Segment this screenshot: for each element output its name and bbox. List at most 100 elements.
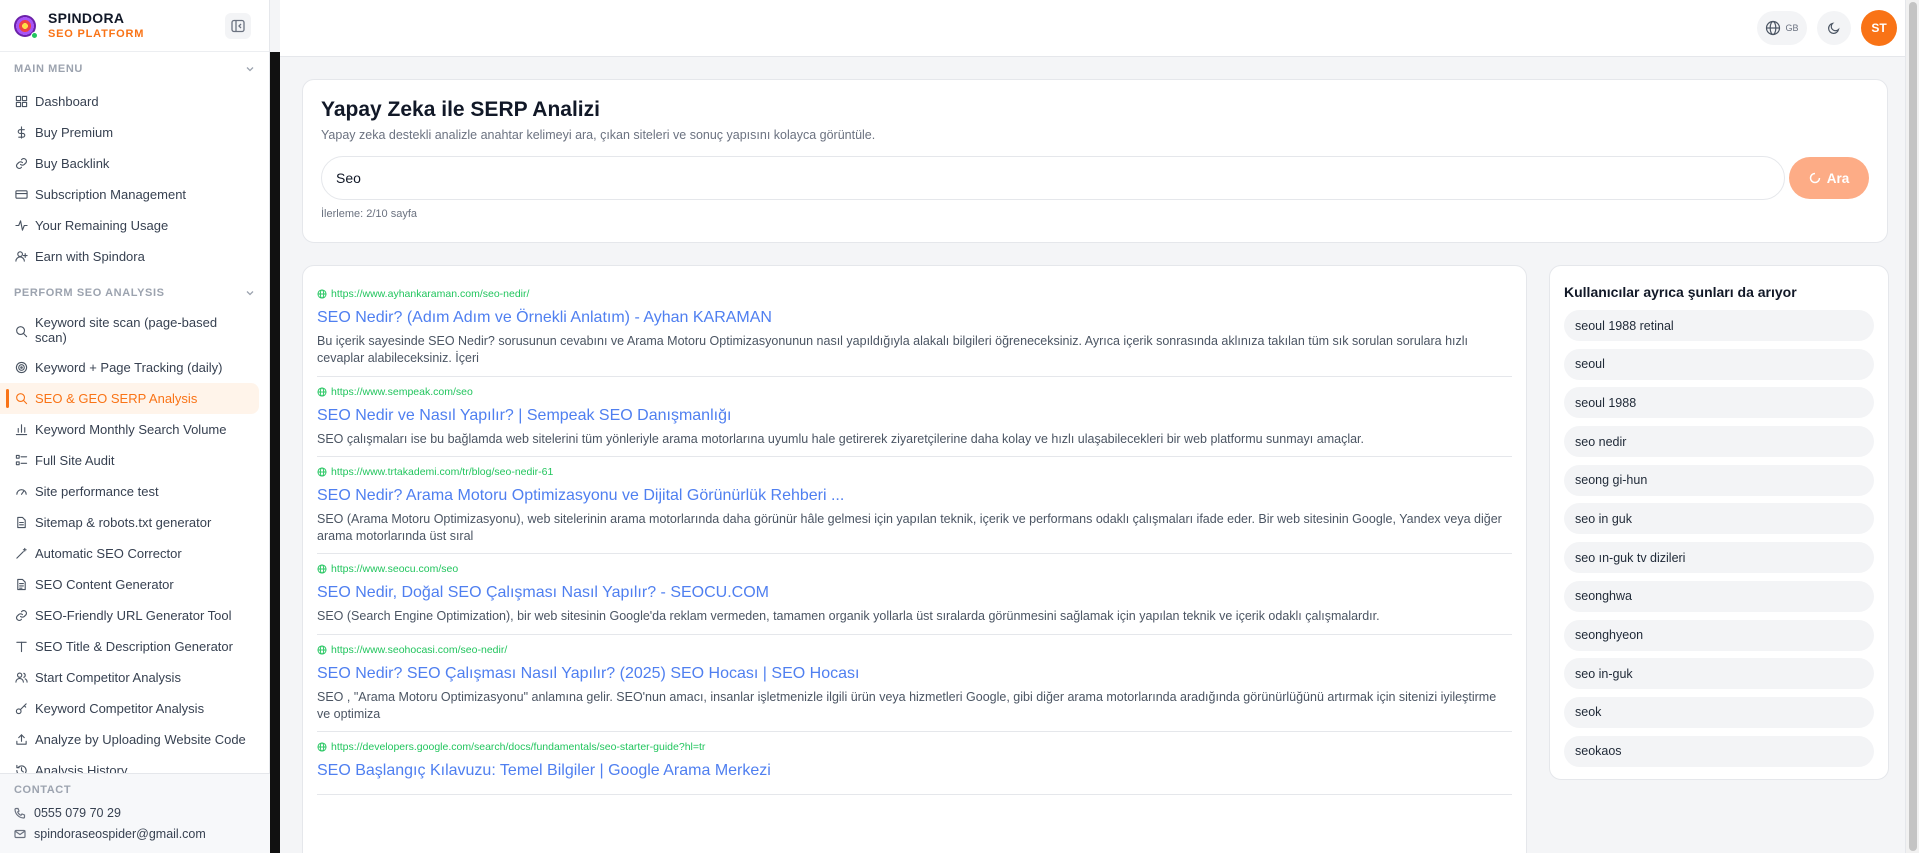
search-result: https://www.trtakademi.com/tr/blog/seo-n… (317, 466, 1512, 555)
result-title-link[interactable]: SEO Nedir? SEO Çalışması Nasıl Yapılır? … (317, 665, 1512, 683)
sidebar-item-keyword-monthly-search-volume[interactable]: Keyword Monthly Search Volume (0, 414, 269, 445)
result-url-row[interactable]: https://www.ayhankaraman.com/seo-nedir/ (317, 288, 1512, 300)
loading-spinner-icon (1809, 172, 1820, 184)
main-menu-heading[interactable]: MAIN MENU (0, 52, 269, 86)
related-search-chip[interactable]: seong gi-hun (1564, 464, 1874, 496)
sidebar-item-buy-backlink[interactable]: Buy Backlink (0, 148, 269, 179)
sidebar-item-sitemap-robots-txt-generator[interactable]: Sitemap & robots.txt generator (0, 507, 269, 538)
result-snippet: SEO (Arama Motoru Optimizasyonu), web si… (317, 511, 1502, 543)
contact-phone[interactable]: 0555 079 70 29 (14, 802, 256, 823)
related-search-chip[interactable]: seoul 1988 retinal (1564, 310, 1874, 341)
nav-icon-wrap (14, 188, 28, 202)
search-result: https://www.seocu.com/seo SEO Nedir, Doğ… (317, 563, 1512, 635)
related-search-chip[interactable]: seo nedir (1564, 426, 1874, 458)
result-url: https://www.ayhankaraman.com/seo-nedir/ (331, 288, 530, 300)
file-icon (16, 516, 26, 529)
grid-icon (15, 95, 27, 108)
globe-icon (1766, 20, 1781, 36)
related-search-chip[interactable]: seokaos (1564, 735, 1874, 767)
related-search-chip[interactable]: seo ın-guk tv dizileri (1564, 542, 1874, 574)
search-button[interactable]: Ara (1789, 157, 1869, 199)
users-icon (14, 672, 28, 683)
spindora-logo[interactable] (14, 14, 38, 39)
progress-status: İlerleme: 2/10 sayfa (321, 208, 417, 220)
sidebar-item-start-competitor-analysis[interactable]: Start Competitor Analysis (0, 662, 269, 693)
related-search-chip[interactable]: seoul 1988 (1564, 387, 1874, 419)
sidebar-item-keyword-page-tracking-daily[interactable]: Keyword + Page Tracking (daily) (0, 352, 269, 383)
serp-results-card: https://www.ayhankaraman.com/seo-nedir/ … (302, 265, 1527, 853)
mail-icon (14, 827, 28, 841)
moon-icon (1828, 22, 1840, 34)
activity-icon (14, 220, 28, 231)
page-scrollbar-thumb[interactable] (1909, 2, 1917, 851)
search-row: Ara (321, 156, 1869, 200)
contact-email[interactable]: spindoraseospider@gmail.com (14, 823, 256, 844)
related-searches-card: Kullanıcılar ayrıca şunları da arıyor se… (1549, 265, 1889, 780)
sidebar-collapse-icon (231, 19, 245, 33)
related-search-chip[interactable]: seonghyeon (1564, 619, 1874, 651)
nav-icon-wrap (14, 671, 28, 685)
sidebar-item-keyword-site-scan-page-based-scan[interactable]: Keyword site scan (page-based scan) (0, 310, 269, 352)
globe-icon (317, 564, 327, 574)
related-search-chip[interactable]: seoul (1564, 348, 1874, 380)
search-button-label: Ara (1826, 170, 1850, 186)
document-icon (16, 578, 26, 591)
related-search-chip[interactable]: seok (1564, 696, 1874, 728)
sidebar-item-label: Analyze by Uploading Website Code (35, 732, 246, 747)
result-title-link[interactable]: SEO Nedir? Arama Motoru Optimizasyonu ve… (317, 487, 1512, 505)
sidebar-item-label: Your Remaining Usage (35, 218, 169, 233)
sidebar-item-label: Earn with Spindora (35, 249, 145, 264)
sidebar-item-seo-geo-serp-analysis[interactable]: SEO & GEO SERP Analysis (0, 383, 259, 414)
sidebar-item-earn-with-spindora[interactable]: Earn with Spindora (0, 241, 269, 272)
card-icon (14, 190, 28, 199)
sidebar-item-keyword-competitor-analysis[interactable]: Keyword Competitor Analysis (0, 693, 269, 724)
serp-search-card: Yapay Zeka ile SERP Analizi Yapay zeka d… (302, 79, 1888, 243)
sidebar-item-label: Keyword Competitor Analysis (35, 701, 205, 716)
sidebar-item-automatic-seo-corrector[interactable]: Automatic SEO Corrector (0, 538, 269, 569)
seo-analysis-heading[interactable]: PERFORM SEO ANALYSIS (0, 276, 269, 310)
search-result: https://www.seohocasi.com/seo-nedir/ SEO… (317, 644, 1512, 732)
keyword-search-input[interactable] (321, 156, 1785, 200)
chevron-down-icon (246, 67, 254, 72)
sidebar-item-subscription-management[interactable]: Subscription Management (0, 179, 269, 210)
sidebar-item-analyze-by-uploading-website-code[interactable]: Analyze by Uploading Website Code (0, 724, 269, 755)
related-search-chip[interactable]: seonghwa (1564, 580, 1874, 612)
related-searches-list: seoul 1988 retinal seoul seoul 1988 seo ned… (1564, 310, 1874, 767)
sidebar-item-buy-premium[interactable]: Buy Premium (0, 117, 269, 148)
result-title-link[interactable]: SEO Başlangıç Kılavuzu: Temel Bilgiler |… (317, 762, 1512, 780)
phone-number: 0555 079 70 29 (34, 805, 121, 820)
result-url-row[interactable]: https://www.trtakademi.com/tr/blog/seo-n… (317, 466, 1512, 478)
language-switcher[interactable]: GB (1757, 11, 1807, 45)
nav-icon-wrap (14, 250, 28, 264)
sidebar-item-dashboard[interactable]: Dashboard (0, 86, 269, 117)
search-icon (15, 325, 27, 337)
key-icon (15, 703, 27, 715)
result-url-row[interactable]: https://www.seohocasi.com/seo-nedir/ (317, 644, 1512, 656)
sidebar-item-seo-content-generator[interactable]: SEO Content Generator (0, 569, 269, 600)
related-search-chip[interactable]: seo in-guk (1564, 658, 1874, 690)
sidebar-item-full-site-audit[interactable]: Full Site Audit (0, 445, 269, 476)
bar-chart-icon (15, 424, 27, 436)
globe-icon (317, 467, 327, 477)
result-title-link[interactable]: SEO Nedir? (Adım Adım ve Örnekli Anlatım… (317, 309, 1512, 327)
link-icon (15, 158, 27, 169)
theme-toggle-button[interactable] (1817, 11, 1851, 45)
page-scrollbar[interactable] (1905, 0, 1919, 853)
sidebar-item-site-performance-test[interactable]: Site performance test (0, 476, 269, 507)
sidebar-item-seo-friendly-url-generator-tool[interactable]: SEO-Friendly URL Generator Tool (0, 600, 269, 631)
nav-icon-wrap (14, 324, 28, 338)
collapse-sidebar-button[interactable] (225, 13, 251, 39)
user-avatar[interactable]: ST (1861, 10, 1897, 46)
result-url-row[interactable]: https://www.sempeak.com/seo (317, 386, 1512, 398)
sidebar-scrollbar[interactable] (270, 52, 280, 853)
nav-icon-wrap (14, 361, 28, 375)
related-search-chip[interactable]: seo in guk (1564, 503, 1874, 535)
sidebar-item-seo-title-description-generator[interactable]: SEO Title & Description Generator (0, 631, 269, 662)
sidebar-item-your-remaining-usage[interactable]: Your Remaining Usage (0, 210, 269, 241)
sidebar-item-label: Automatic SEO Corrector (35, 546, 182, 561)
result-url-row[interactable]: https://www.seocu.com/seo (317, 563, 1512, 575)
result-title-link[interactable]: SEO Nedir, Doğal SEO Çalışması Nasıl Yap… (317, 584, 1512, 602)
result-url-row[interactable]: https://developers.google.com/search/doc… (317, 741, 1512, 753)
nav-icon-wrap (14, 126, 28, 140)
result-title-link[interactable]: SEO Nedir ve Nasıl Yapılır? | Sempeak SE… (317, 407, 1512, 425)
